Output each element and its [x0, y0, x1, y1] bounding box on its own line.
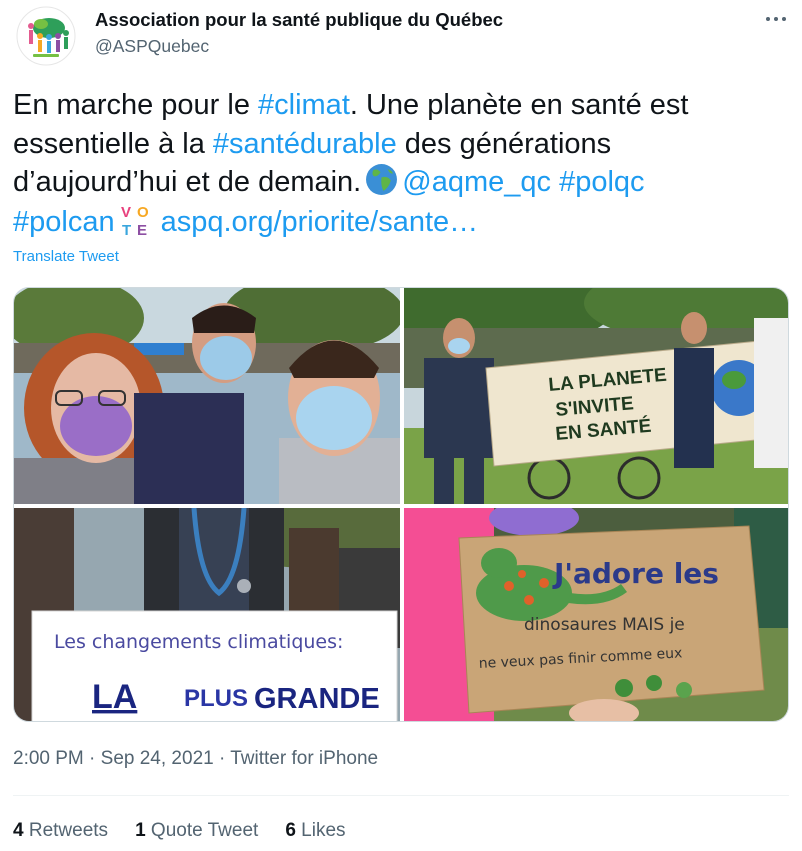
- photo-banner-image: LA PLANETE S'INVITE EN SANTÉ: [404, 288, 788, 504]
- tweet-text-segment: essentielle à la: [13, 127, 213, 160]
- photo-dinosaur-sign-image: J'adore les dinosaures MAIS je ne veux p…: [404, 508, 788, 721]
- quotes-count: 1: [135, 820, 146, 841]
- tweet-text-line: #polcan V O T Easpq.org/priorite/sante…: [13, 202, 793, 242]
- tweet: Association pour la santé publique du Qu…: [0, 0, 802, 851]
- quote-tweets-stat[interactable]: 1 Quote Tweet: [135, 820, 258, 842]
- hashtag-link[interactable]: #santédurable: [213, 128, 397, 160]
- vote-icon: VOTE: [119, 202, 155, 239]
- likes-label: Likes: [301, 820, 346, 841]
- engagement-stats: 4 Retweets 1 Quote Tweet 6 Likes: [13, 820, 373, 842]
- retweets-stat[interactable]: 4 Retweets: [13, 820, 108, 842]
- hashtag-link[interactable]: #polcan: [13, 206, 115, 238]
- photo-dinosaur-sign[interactable]: J'adore les dinosaures MAIS je ne veux p…: [404, 508, 788, 721]
- photo-banner[interactable]: LA PLANETE S'INVITE EN SANTÉ: [404, 288, 788, 504]
- translate-tweet-link[interactable]: Translate Tweet: [13, 248, 119, 265]
- more-dot-icon: [766, 17, 770, 21]
- earth-icon: [365, 163, 398, 196]
- photo-doctor-sign-image: Les changements climatiques: LA PLUS GRA…: [14, 508, 400, 721]
- photo-selfie-image: [14, 288, 400, 504]
- meta-separator: ·: [83, 748, 101, 769]
- sign-line-4: GRANDE: [254, 683, 380, 715]
- more-dot-icon: [782, 17, 786, 21]
- author-avatar[interactable]: [13, 6, 79, 66]
- more-dot-icon: [774, 17, 778, 21]
- retweets-count: 4: [13, 820, 24, 841]
- quotes-label: Quote Tweet: [150, 820, 259, 841]
- hashtag-link[interactable]: #polqc: [559, 166, 644, 198]
- aspq-logo-icon: [16, 6, 76, 66]
- svg-text:E: E: [137, 222, 147, 238]
- likes-count: 6: [285, 820, 296, 841]
- author-name[interactable]: Association pour la santé publique du Qu…: [95, 9, 503, 31]
- author-handle[interactable]: @ASPQuebec: [95, 36, 209, 57]
- divider: [13, 795, 789, 796]
- sign-line-1: Les changements climatiques:: [54, 631, 343, 653]
- tweet-text-line: En marche pour le #climat. Une planète e…: [13, 86, 793, 125]
- tweet-time-link[interactable]: 2:00 PM: [13, 748, 84, 769]
- tweet-text-segment: d’aujourd’hui et de demain.: [13, 166, 362, 198]
- likes-stat[interactable]: 6 Likes: [285, 820, 345, 842]
- tweet-date-link[interactable]: Sep 24, 2021: [101, 748, 214, 769]
- media-grid: LA PLANETE S'INVITE EN SANTÉ Les changem…: [13, 287, 789, 722]
- meta-separator: ·: [213, 748, 231, 769]
- sign-line-3: PLUS: [184, 685, 248, 712]
- sign-line-2: LA: [92, 678, 137, 716]
- retweets-label: Retweets: [28, 820, 109, 841]
- tweet-timestamp: 2:00 PM · Sep 24, 2021 · Twitter for iPh…: [13, 748, 378, 770]
- tweet-source-link[interactable]: Twitter for iPhone: [230, 748, 378, 769]
- tweet-text-segment: [551, 166, 559, 198]
- photo-doctor-sign[interactable]: Les changements climatiques: LA PLUS GRA…: [14, 508, 400, 721]
- tweet-text-segment: . Une planète en santé est: [349, 89, 689, 121]
- mention-link[interactable]: @aqme_qc: [402, 166, 551, 198]
- photo-selfie[interactable]: [14, 288, 400, 504]
- dino-sign-line-1: J'adore les: [552, 557, 719, 590]
- url-link[interactable]: aspq.org/priorite/sante…: [161, 206, 479, 238]
- more-options-button[interactable]: [758, 6, 794, 32]
- tweet-text-line: d’aujourd’hui et de demain. @aqme_qc #pol…: [13, 163, 793, 202]
- tweet-text-line: essentielle à la #santédurable des génér…: [13, 125, 793, 164]
- svg-text:T: T: [122, 222, 131, 238]
- tweet-text: En marche pour le #climat. Une planète e…: [13, 86, 793, 241]
- svg-text:O: O: [137, 204, 149, 221]
- svg-text:V: V: [121, 204, 131, 221]
- dino-sign-line-2: dinosaures MAIS je: [524, 615, 685, 635]
- hashtag-link[interactable]: #climat: [258, 89, 350, 121]
- tweet-text-segment: des générations: [396, 127, 612, 160]
- tweet-text-segment: En marche pour le: [13, 89, 259, 121]
